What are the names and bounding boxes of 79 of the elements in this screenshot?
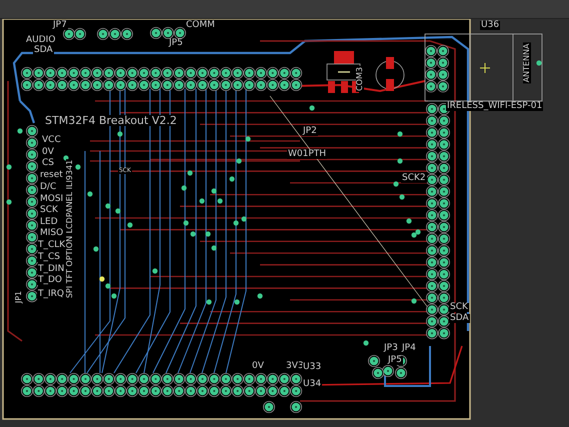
via bbox=[127, 222, 133, 228]
silkscreen-label: T_DIN bbox=[37, 265, 66, 274]
silkscreen-label: 0V bbox=[251, 362, 265, 371]
solder-pad bbox=[174, 27, 186, 39]
via bbox=[205, 231, 211, 237]
via bbox=[87, 191, 93, 197]
silkscreen-label: U33 bbox=[302, 363, 322, 372]
silkscreen-label: COM3 bbox=[356, 66, 364, 92]
silkscreen-label: JP7 bbox=[52, 21, 68, 30]
via bbox=[93, 246, 99, 252]
silkscreen-label: JP5 bbox=[387, 356, 403, 365]
silkscreen-label: ANTENNA bbox=[523, 42, 531, 84]
via bbox=[236, 158, 242, 164]
solder-pad bbox=[121, 28, 133, 40]
silkscreen-label: T_CLK bbox=[37, 241, 66, 250]
silkscreen-label: U34 bbox=[302, 380, 322, 389]
silkscreen-label: JP1 bbox=[15, 290, 23, 304]
via bbox=[399, 194, 405, 200]
via bbox=[181, 185, 187, 191]
regulator-drawing bbox=[326, 51, 360, 93]
silkscreen-label: SDA bbox=[449, 314, 470, 323]
silkscreen-label: CS bbox=[41, 159, 55, 168]
solder-pad bbox=[162, 27, 174, 39]
solder-pad bbox=[263, 401, 275, 413]
via bbox=[536, 60, 542, 66]
silkscreen-label: IRELESS_WIFI-ESP-01 bbox=[446, 102, 544, 111]
silkscreen-label: D/C bbox=[39, 183, 58, 192]
solder-pad bbox=[395, 367, 407, 379]
via bbox=[393, 181, 399, 187]
via bbox=[257, 293, 263, 299]
via bbox=[6, 199, 12, 205]
solder-pad bbox=[150, 27, 162, 39]
via bbox=[411, 298, 417, 304]
silkscreen-label: JP3 bbox=[383, 344, 399, 353]
silkscreen-label: U36 bbox=[480, 21, 500, 30]
via bbox=[6, 164, 12, 170]
solder-pad bbox=[74, 28, 86, 40]
silkscreen-label: T_DO bbox=[37, 276, 64, 285]
via bbox=[117, 131, 123, 137]
via bbox=[397, 158, 403, 164]
board-title: STM32F4 Breakout V2.2 bbox=[44, 115, 178, 126]
via bbox=[17, 128, 23, 134]
via bbox=[206, 299, 212, 305]
solder-pad bbox=[109, 28, 121, 40]
solder-pad bbox=[290, 401, 302, 413]
via bbox=[363, 340, 369, 346]
via bbox=[397, 131, 403, 137]
silkscreen-label: JP5 bbox=[168, 39, 184, 48]
solder-pad bbox=[97, 28, 109, 40]
via bbox=[152, 268, 158, 274]
silkscreen-label: VCC bbox=[41, 136, 62, 145]
silkscreen-label: SCK2 bbox=[401, 174, 427, 183]
silkscreen-label: JP4 bbox=[401, 344, 417, 353]
silkscreen-label: SCK bbox=[449, 303, 469, 312]
silkscreen-label: MISO bbox=[39, 229, 64, 238]
silkscreen-label: W01PTH bbox=[287, 150, 328, 159]
silkscreen-label: LED bbox=[39, 218, 59, 227]
silkscreen-label: MOSI bbox=[39, 195, 64, 204]
via bbox=[234, 299, 240, 305]
silkscreen-label: T_CS bbox=[37, 253, 61, 262]
silkscreen-label: JP2 bbox=[302, 127, 318, 136]
via bbox=[309, 105, 315, 111]
via bbox=[187, 170, 193, 176]
silkscreen-label: AUDIO bbox=[25, 36, 56, 45]
via bbox=[229, 176, 235, 182]
cross-icon bbox=[480, 62, 490, 74]
silkscreen-label: SCK bbox=[39, 206, 59, 215]
solder-pad bbox=[372, 367, 384, 379]
via bbox=[245, 136, 251, 142]
silkscreen-label: SPI TFT OPTION LCDPANEL ILI9341 bbox=[66, 158, 74, 300]
silkscreen-label: T_IRQ bbox=[37, 290, 65, 299]
silkscreen-label: COMM bbox=[185, 21, 216, 30]
silkscreen-label: 0V bbox=[41, 148, 55, 157]
solder-pad bbox=[368, 355, 380, 367]
silkscreen-label: reset bbox=[39, 171, 64, 180]
via bbox=[211, 245, 217, 251]
pin-header-drawing bbox=[425, 45, 449, 92]
silkscreen-label: SDA bbox=[33, 46, 54, 55]
capacitor-drawing bbox=[376, 57, 404, 91]
